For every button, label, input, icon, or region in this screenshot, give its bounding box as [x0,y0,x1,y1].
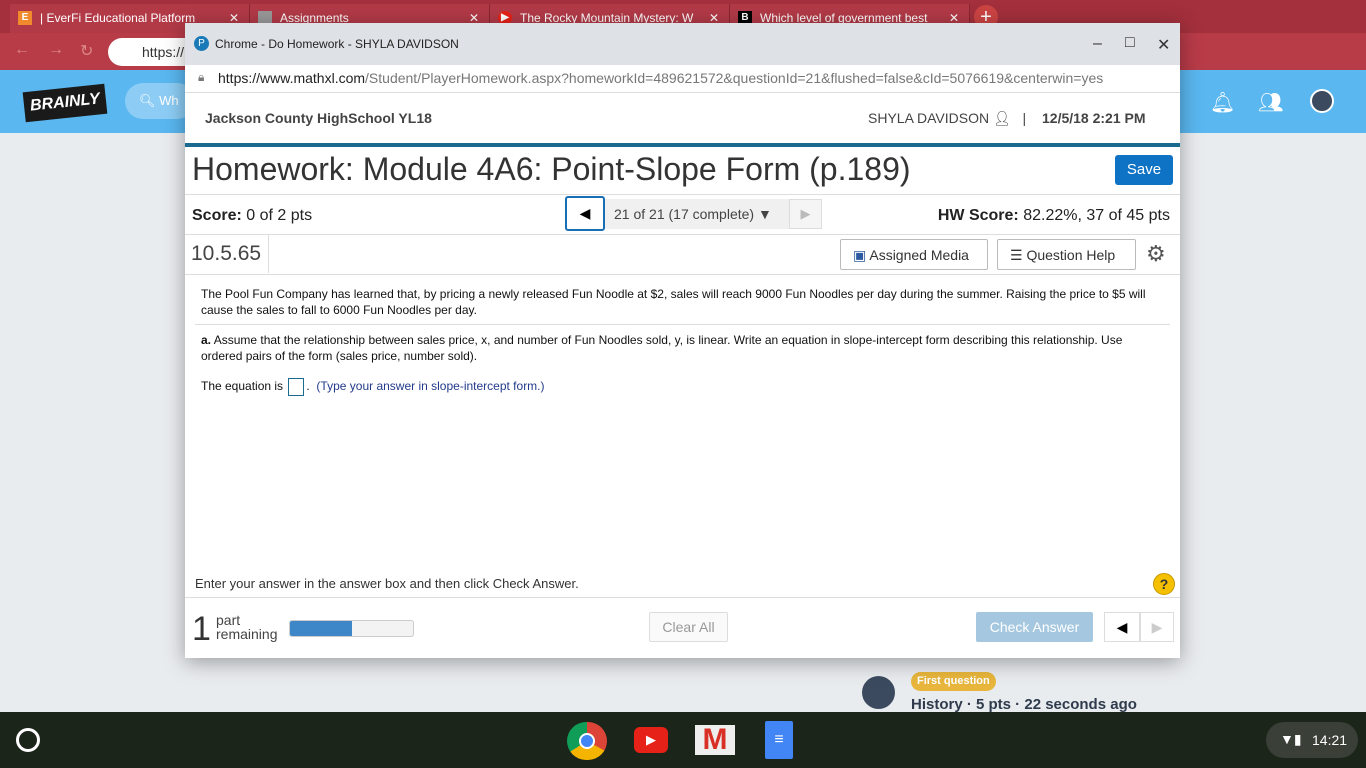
divider [195,324,1170,325]
address-bar[interactable]: 🔒︎ https://www.mathxl.com/Student/Player… [185,65,1180,93]
page-title: Homework: Module 4A6: Point-Slope Form (… [192,151,911,187]
homework-popup-window: P Chrome - Do Homework - SHYLA DAVIDSON … [185,23,1180,658]
user-name[interactable]: SHYLA DAVIDSON 👤︎ | [868,110,1026,127]
button-label: Assigned Media [869,247,969,263]
launcher-icon[interactable] [16,728,40,752]
previous-part-button[interactable]: ◀ [1104,612,1140,642]
check-answer-button[interactable]: Check Answer [976,612,1093,642]
help-icon[interactable]: ? [1153,573,1175,595]
url-host: https://www.mathxl.com [218,70,366,86]
back-icon[interactable]: ← [14,41,30,59]
previous-question-button[interactable]: ◀ [565,196,605,231]
close-icon[interactable]: ✕ [1157,35,1170,55]
next-part-button[interactable]: ▶ [1140,612,1174,642]
first-question-badge: First question [911,672,996,691]
media-icon: ▣ [853,247,867,263]
answer-input[interactable] [288,378,305,396]
divider [185,234,1180,235]
tab-label: | EverFi Educational Platform [40,11,196,25]
avatar[interactable] [1310,89,1334,113]
question-select-value: 21 of 21 (17 complete) [614,206,755,222]
next-question-button[interactable]: ▶ [789,199,822,229]
school-name: Jackson County HighSchool YL18 [205,110,432,126]
lock-icon: 🔒︎ [198,70,205,84]
progress-fill [290,621,352,636]
docs-icon[interactable]: ≡ [765,721,793,759]
score-label: Score: [192,207,242,224]
answer-prefix: The equation is [201,379,284,394]
save-button[interactable]: Save [1115,155,1173,185]
pearson-icon: P [194,36,209,51]
part-label: a. [201,333,212,347]
window-title: Chrome - Do Homework - SHYLA DAVIDSON [215,37,459,51]
divider [185,597,1180,598]
divider [268,235,269,273]
question-part-a: a. Assume that the relationship between … [201,332,1161,364]
instruction-text: Enter your answer in the answer box and … [195,576,579,591]
forward-icon[interactable]: → [48,41,64,59]
maximize-icon[interactable]: □ [1125,34,1135,52]
reload-icon[interactable]: ↻ [80,41,93,61]
minimize-icon[interactable]: – [1093,35,1102,53]
question-intro: The Pool Fun Company has learned that, b… [201,287,1146,317]
url-path: /Student/PlayerHomework.aspx?homeworkId=… [365,70,1104,86]
youtube-icon[interactable]: ▶ [634,727,668,753]
list-icon: ☰ [1010,247,1023,263]
progress-bar [289,620,414,637]
answer-hint: (Type your answer in slope-intercept for… [316,379,545,394]
answer-suffix: . [306,379,310,394]
chrome-icon[interactable] [567,722,607,760]
avatar[interactable] [862,676,895,709]
score: Score: 0 of 2 pts [192,207,312,225]
score-value: 0 of 2 pts [246,207,313,224]
window-titlebar: P Chrome - Do Homework - SHYLA DAVIDSON … [185,23,1180,65]
gear-icon[interactable]: ⚙ [1146,241,1166,267]
search-placeholder: Wh [159,93,179,108]
answer-line: The equation is . (Type your answer in s… [201,378,1161,396]
question-meta[interactable]: History · 5 pts · 22 seconds ago [911,696,1137,713]
caret-down-icon: ▼ [757,206,772,222]
question-help-button[interactable]: ☰ Question Help [997,239,1136,270]
taskbar [0,712,1366,768]
divider [185,194,1180,195]
parts-remaining-count: 1 [192,610,211,648]
remaining-word: remaining [216,626,278,642]
hw-score: HW Score: 82.22%, 37 of 45 pts [938,207,1170,225]
clock: 14:21 [1312,732,1348,748]
question-select[interactable]: 21 of 21 (17 complete) ▼ [605,199,789,229]
friends-icon[interactable]: 👥︎ [1258,90,1283,115]
status-tray[interactable]: ▼▮ 14:21 [1266,722,1358,758]
everfi-icon: E [18,11,32,25]
parts-remaining-label: part remaining [216,613,277,641]
user-label: SHYLA DAVIDSON [868,110,990,126]
hw-score-label: HW Score: [937,207,1019,224]
divider [185,274,1180,275]
hw-score-value: 82.22%, 37 of 45 pts [1023,207,1170,224]
part-text: Assume that the relationship between sal… [201,333,1123,363]
gmail-icon[interactable]: M [695,725,735,755]
question-number: 10.5.65 [191,242,262,265]
clear-all-button[interactable]: Clear All [649,612,728,642]
header-divider [185,143,1180,147]
bell-icon[interactable]: 🔔︎ [1210,90,1235,115]
assigned-media-button[interactable]: ▣ Assigned Media [840,239,988,270]
button-label: Question Help [1026,247,1116,263]
wifi-battery-icon: ▼▮ [1280,731,1302,747]
datetime: 12/5/18 2:21 PM [1042,110,1146,126]
user-icon: 👤︎ [993,110,1011,126]
